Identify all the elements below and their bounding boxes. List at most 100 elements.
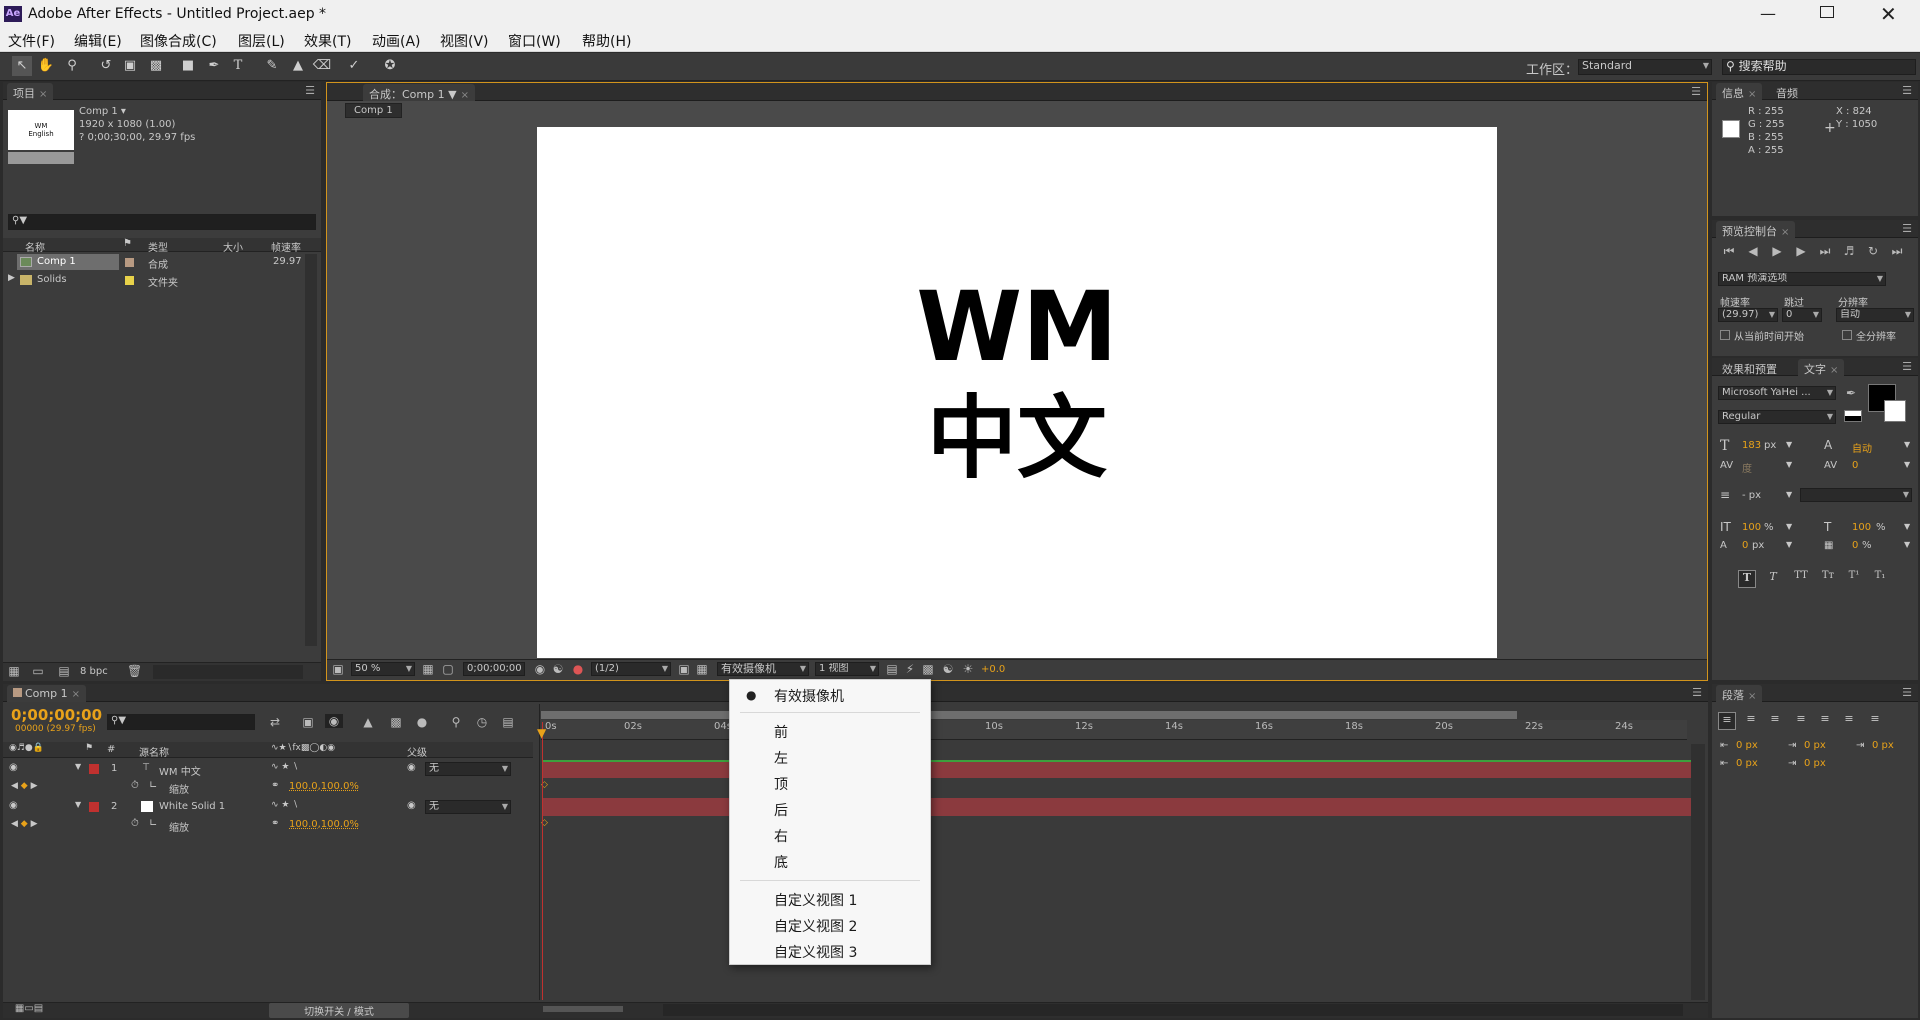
snapshot-icon[interactable]: ◉ <box>533 662 547 676</box>
tab-paragraph[interactable]: 段落 × <box>1716 685 1763 702</box>
chevron-down-icon[interactable]: ▼ <box>1786 522 1792 531</box>
resolution-select[interactable]: 自动 ▼ <box>1836 308 1914 322</box>
timeline-icon[interactable]: ▩ <box>921 662 935 676</box>
close-icon[interactable]: × <box>72 689 80 700</box>
stopwatch-icon[interactable]: ⏱ <box>131 780 139 791</box>
subscript-button[interactable]: T₁ <box>1870 570 1890 588</box>
align-right-button[interactable]: ≡ <box>1766 712 1784 725</box>
transparency-grid-icon[interactable]: ▦ <box>695 662 709 676</box>
expand-arrow-icon[interactable]: ▼ <box>75 800 81 809</box>
close-icon[interactable]: × <box>1748 691 1756 702</box>
project-search-input[interactable]: ⚲▼ <box>8 214 316 230</box>
menu-view[interactable]: 视图(V) <box>440 31 489 51</box>
search-help-input[interactable]: ⚲ 搜索帮助 <box>1722 59 1916 75</box>
align-center-button[interactable]: ≡ <box>1742 712 1760 725</box>
property-row[interactable]: ◀ ◆ ▶ ⏱ ∟ 缩放 ⚭ 100.0,100.0% <box>3 816 533 834</box>
chevron-down-icon[interactable]: ▼ <box>1904 522 1910 531</box>
menu-effect[interactable]: 效果(T) <box>304 31 351 51</box>
work-area-bar[interactable] <box>541 711 1517 719</box>
leading-value[interactable]: 自动 <box>1852 440 1872 455</box>
resolution-select[interactable]: (1/2) ▼ <box>591 662 671 676</box>
chevron-down-icon[interactable]: ▼ <box>1786 440 1792 449</box>
tsume-value[interactable]: 0 <box>1852 540 1858 551</box>
zoom-select[interactable]: 50 % ▼ <box>351 662 415 676</box>
roto-brush-tool-icon[interactable]: ✓ <box>344 56 364 76</box>
layer-bar[interactable] <box>543 760 1695 778</box>
region-of-interest-icon[interactable]: ▣ <box>677 662 691 676</box>
previous-frame-icon[interactable]: ◀ <box>1746 244 1760 258</box>
align-left-button[interactable]: ≡ <box>1718 712 1736 730</box>
rotate-tool-icon[interactable]: ↺ <box>96 56 116 76</box>
shy-switch-icon[interactable]: ∿ ★ ∖ <box>271 800 298 810</box>
minimize-icon[interactable]: — <box>1760 4 1780 23</box>
new-composition-icon[interactable]: ▤ <box>57 664 71 678</box>
space-before-value[interactable]: 0 px <box>1736 758 1758 769</box>
show-snapshot-icon[interactable]: ☯ <box>551 662 565 676</box>
faux-italic-button[interactable]: T <box>1764 570 1782 588</box>
tracking-value[interactable]: 0 <box>1852 460 1858 471</box>
layer-row[interactable]: ◉ ▼ 2 White Solid 1 ∿ ★ ∖ ◉ 无 ▼ <box>3 798 533 816</box>
time-graph[interactable] <box>539 704 1689 1000</box>
menu-item-bottom[interactable]: 底 <box>774 852 788 872</box>
keyframe-nav-icon[interactable]: ◀ ◆ ▶ <box>11 781 38 791</box>
menu-item-custom-view-2[interactable]: 自定义视图 2 <box>774 916 857 936</box>
font-family-select[interactable]: Microsoft YaHei ... ▼ <box>1718 386 1836 400</box>
time-ruler[interactable] <box>541 720 1687 740</box>
tab-effects-presets[interactable]: 效果和预置 <box>1716 359 1783 376</box>
clone-stamp-tool-icon[interactable]: ▲ <box>288 56 308 76</box>
ram-preview-options[interactable]: RAM 预演选项 ▼ <box>1718 272 1886 286</box>
interpret-footage-icon[interactable]: ▦ <box>7 664 21 678</box>
link-icon[interactable]: ⚭ <box>271 818 279 829</box>
menu-item-custom-view-1[interactable]: 自定义视图 1 <box>774 890 857 910</box>
font-size-value[interactable]: 183 <box>1742 440 1761 451</box>
menu-help[interactable]: 帮助(H) <box>582 31 631 51</box>
close-icon[interactable]: × <box>461 90 469 101</box>
brush-tool-icon[interactable]: ✎ <box>262 56 282 76</box>
label-color-swatch[interactable] <box>89 764 99 774</box>
chevron-down-icon[interactable]: ▼ <box>1786 490 1792 499</box>
timeline-hscroll[interactable] <box>663 1004 1683 1016</box>
menu-window[interactable]: 窗口(W) <box>508 31 561 51</box>
channel-icon[interactable]: ● <box>571 662 585 676</box>
panel-menu-icon[interactable]: ☰ <box>1902 84 1912 97</box>
zoom-tool-icon[interactable]: ⚲ <box>62 56 82 76</box>
layer-name[interactable]: WM 中文 <box>159 763 201 778</box>
draft-3d-icon[interactable]: ◉ <box>325 714 343 728</box>
camera-tool-icon[interactable]: ▣ <box>120 56 140 76</box>
hand-tool-icon[interactable]: ✋ <box>36 56 56 76</box>
stroke-style-select[interactable]: ▼ <box>1800 488 1912 502</box>
comp-name[interactable]: Comp 1 ▾ <box>79 106 126 117</box>
menu-item-top[interactable]: 顶 <box>774 774 788 794</box>
trash-icon[interactable]: 🗑 <box>127 664 142 678</box>
small-caps-button[interactable]: Tт <box>1818 570 1838 588</box>
bit-depth[interactable]: 8 bpc <box>80 666 108 677</box>
panel-menu-icon[interactable]: ☰ <box>1902 686 1912 699</box>
col-name[interactable]: 名称 <box>25 239 45 254</box>
view-layout-select[interactable]: 1 视图 ▼ <box>815 662 879 676</box>
menu-file[interactable]: 文件(F) <box>8 31 55 51</box>
panel-menu-icon[interactable]: ☰ <box>1902 360 1912 373</box>
close-icon[interactable]: × <box>39 89 47 100</box>
close-icon[interactable]: ✕ <box>1880 2 1897 26</box>
col-type[interactable]: 类型 <box>148 239 168 254</box>
auto-keyframe-icon[interactable]: ◷ <box>473 715 491 729</box>
indent-left-value[interactable]: 0 px <box>1736 740 1758 751</box>
live-update-icon[interactable]: ▣ <box>299 715 317 729</box>
rectangle-tool-icon[interactable]: ■ <box>178 56 198 76</box>
full-screen-checkbox[interactable] <box>1842 330 1852 340</box>
menu-item-custom-view-3[interactable]: 自定义视图 3 <box>774 942 857 962</box>
menu-layer[interactable]: 图层(L) <box>238 31 285 51</box>
layer-row[interactable]: ◉ ▼ 1 T WM 中文 ∿ ★ ∖ ◉ 无 ▼ <box>3 760 533 778</box>
eye-icon[interactable]: ◉ <box>9 762 18 773</box>
justify-right-button[interactable]: ≡ <box>1840 712 1858 725</box>
mute-audio-icon[interactable]: ♬ <box>1842 244 1856 258</box>
menu-item-front[interactable]: 前 <box>774 722 788 742</box>
playhead[interactable] <box>542 722 543 1000</box>
menu-edit[interactable]: 编辑(E) <box>74 31 122 51</box>
layer-name[interactable]: White Solid 1 <box>159 801 225 812</box>
timeline-search-input[interactable]: ⚲▼ <box>107 714 255 730</box>
col-parent[interactable]: 父级 <box>407 744 427 759</box>
frame-blending-icon[interactable]: ▩ <box>387 715 405 729</box>
white-black-swatch[interactable] <box>1844 410 1862 422</box>
close-icon[interactable]: × <box>1748 89 1756 100</box>
